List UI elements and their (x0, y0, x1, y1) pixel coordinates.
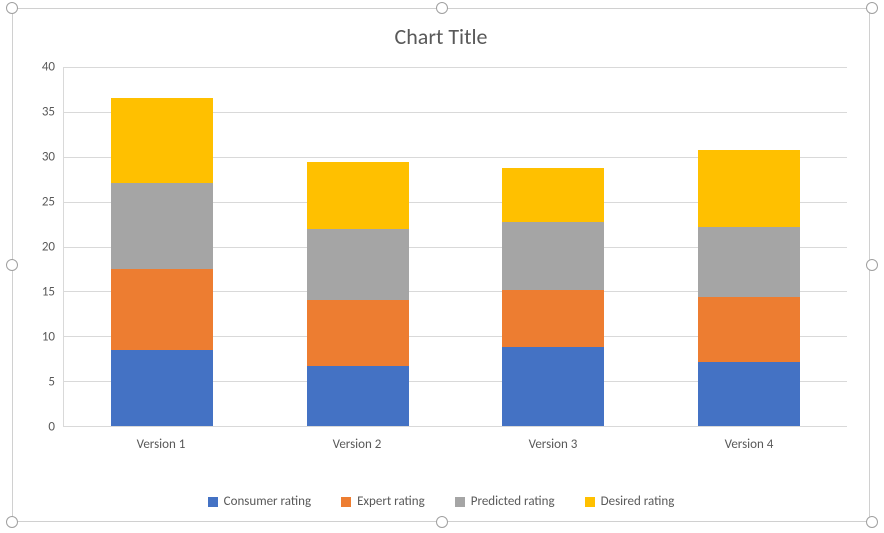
stacked-bar[interactable] (111, 67, 213, 426)
bars-container (64, 67, 847, 426)
bar-segment[interactable] (111, 183, 213, 269)
y-tick-label: 20 (42, 240, 55, 255)
bar-segment[interactable] (307, 300, 409, 366)
legend-item[interactable]: Consumer rating (208, 494, 311, 509)
y-tick-label: 30 (42, 150, 55, 165)
bar-slot (651, 67, 847, 426)
y-tick-label: 35 (42, 105, 55, 120)
resize-handle-top-mid[interactable] (436, 2, 448, 14)
stacked-bar[interactable] (698, 67, 800, 426)
y-tick-label: 40 (42, 60, 55, 75)
y-tick-label: 10 (42, 330, 55, 345)
x-tick-label: Version 2 (259, 431, 455, 459)
x-tick-label: Version 4 (651, 431, 847, 459)
legend-swatch (208, 497, 218, 507)
legend-item[interactable]: Expert rating (341, 494, 425, 509)
bar-segment[interactable] (698, 150, 800, 226)
bar-segment[interactable] (502, 290, 604, 347)
bar-segment[interactable] (698, 297, 800, 363)
bar-segment[interactable] (307, 162, 409, 229)
legend[interactable]: Consumer rating Expert rating Predicted ra… (13, 494, 869, 509)
legend-label: Expert rating (357, 494, 425, 509)
y-tick-label: 25 (42, 195, 55, 210)
resize-handle-bottom-mid[interactable] (436, 516, 448, 528)
resize-handle-mid-left[interactable] (6, 259, 18, 271)
chart-title[interactable]: Chart Title (13, 9, 869, 50)
bar-segment[interactable] (111, 269, 213, 350)
legend-swatch (585, 497, 595, 507)
legend-swatch (455, 497, 465, 507)
bar-segment[interactable] (307, 366, 409, 426)
bar-segment[interactable] (698, 227, 800, 297)
resize-handle-bottom-left[interactable] (6, 516, 18, 528)
y-tick-label: 15 (42, 285, 55, 300)
legend-item[interactable]: Desired rating (585, 494, 675, 509)
bar-segment[interactable] (307, 229, 409, 300)
legend-item[interactable]: Predicted rating (455, 494, 555, 509)
bar-segment[interactable] (502, 222, 604, 289)
legend-label: Predicted rating (471, 494, 555, 509)
bar-segment[interactable] (111, 350, 213, 426)
x-tick-label: Version 1 (63, 431, 259, 459)
bar-slot (260, 67, 456, 426)
x-axis-labels: Version 1Version 2Version 3Version 4 (63, 431, 847, 459)
plot-area[interactable]: 0510152025303540 Version 1Version 2Versi… (25, 67, 847, 459)
y-tick-label: 5 (48, 375, 55, 390)
resize-handle-top-left[interactable] (6, 2, 18, 14)
bar-slot (64, 67, 260, 426)
bar-segment[interactable] (111, 98, 213, 183)
bar-segment[interactable] (698, 362, 800, 426)
chart-object[interactable]: Chart Title 0510152025303540 Version 1Ve… (12, 8, 870, 522)
legend-label: Desired rating (601, 494, 675, 509)
y-tick-label: 0 (48, 420, 55, 435)
resize-handle-top-right[interactable] (866, 2, 878, 14)
legend-label: Consumer rating (224, 494, 311, 509)
bar-segment[interactable] (502, 168, 604, 222)
stacked-bar[interactable] (502, 67, 604, 426)
legend-swatch (341, 497, 351, 507)
x-tick-label: Version 3 (455, 431, 651, 459)
plot-region (63, 67, 847, 427)
y-axis: 0510152025303540 (25, 67, 59, 427)
bar-segment[interactable] (502, 347, 604, 426)
resize-handle-bottom-right[interactable] (866, 516, 878, 528)
stacked-bar[interactable] (307, 67, 409, 426)
resize-handle-mid-right[interactable] (866, 259, 878, 271)
bar-slot (456, 67, 652, 426)
